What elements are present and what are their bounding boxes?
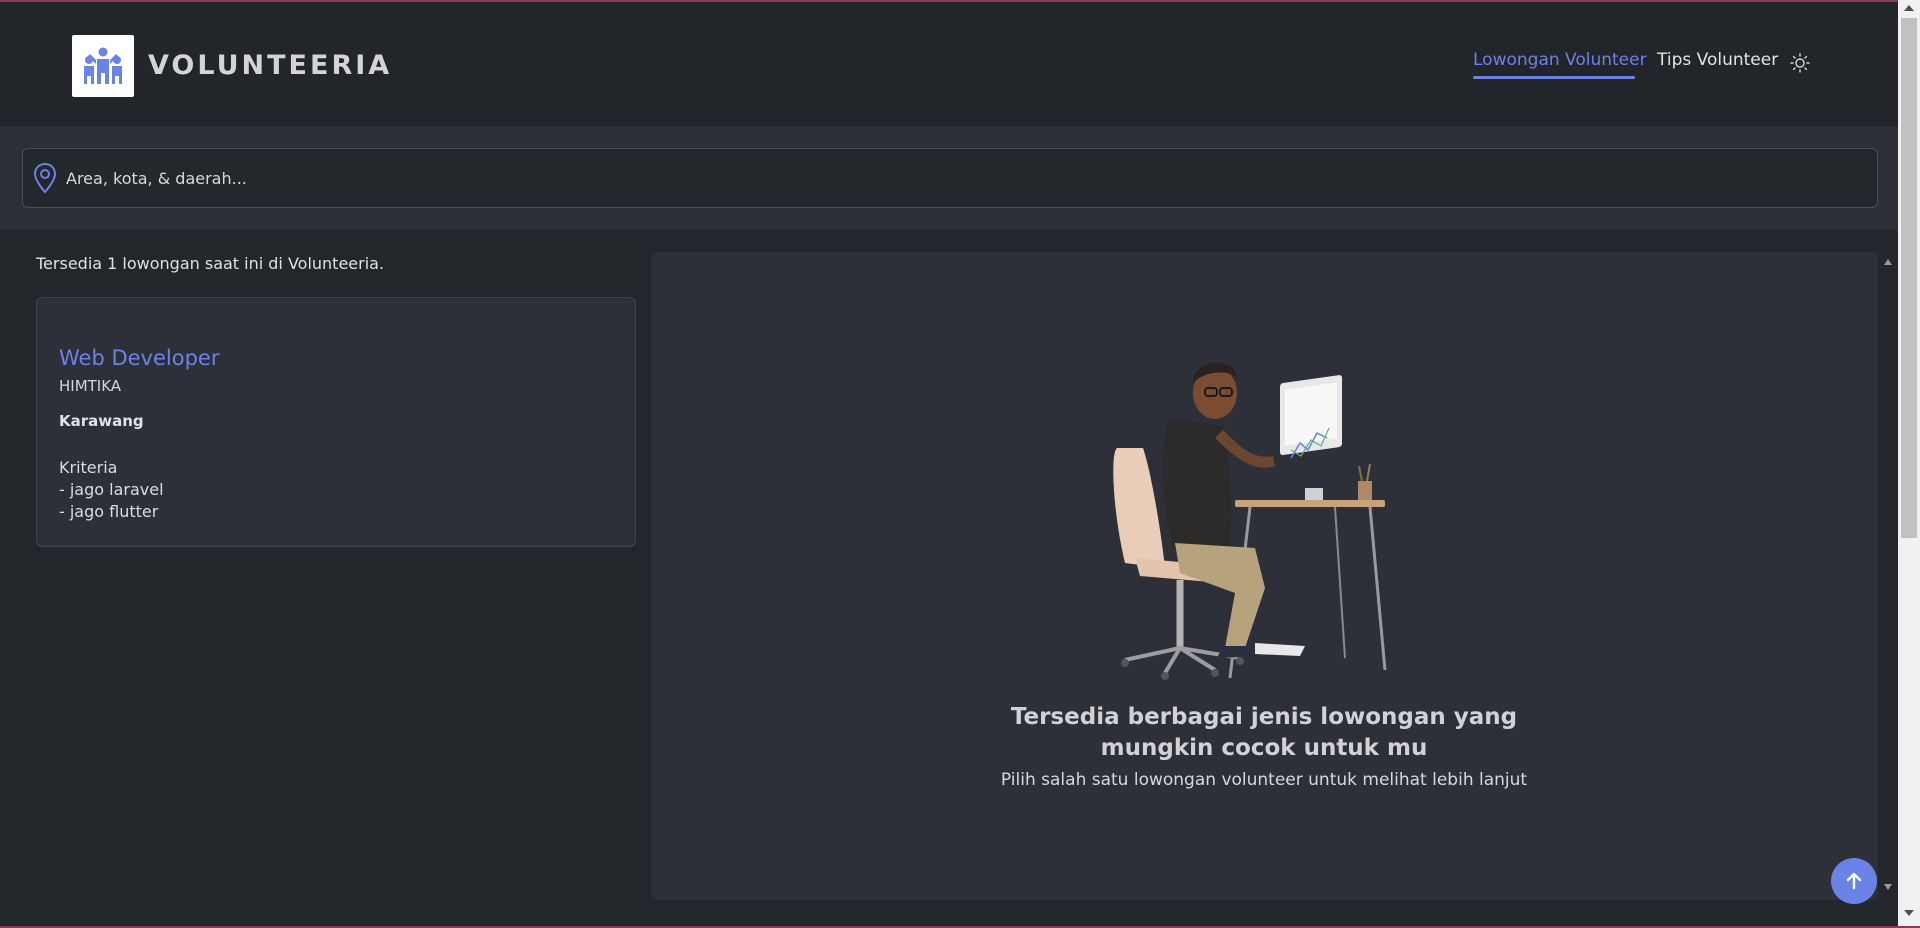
detail-title: Tersedia berbagai jenis lowongan yang mu… <box>1010 704 1518 761</box>
sun-icon <box>1790 53 1810 73</box>
detail-scrollbar[interactable] <box>1879 252 1897 900</box>
people-group-icon <box>84 47 122 84</box>
arrow-up-icon <box>1846 872 1862 890</box>
job-count-text: Tersedia 1 lowongan saat ini di Voluntee… <box>36 254 385 273</box>
criteria-item: - jago laravel <box>59 480 164 499</box>
criteria-item: - jago flutter <box>59 502 159 521</box>
scroll-up-arrow-icon[interactable] <box>1884 259 1892 265</box>
detail-subtitle: Pilih salah satu lowongan volunteer untu… <box>1000 770 1528 790</box>
person-at-desk-illustration <box>1113 362 1387 680</box>
brand-name: VOLUNTEERIA <box>148 50 393 81</box>
scroll-down-arrow-icon[interactable] <box>1884 884 1892 890</box>
location-pin-icon <box>33 162 57 194</box>
job-title[interactable]: Web Developer <box>59 346 219 370</box>
criteria-heading: Kriteria <box>59 458 118 477</box>
theme-toggle-button[interactable] <box>1790 53 1810 73</box>
job-organization: HIMTIKA <box>59 377 122 395</box>
nav-active-underline <box>1473 76 1635 79</box>
page-scrollbar-thumb[interactable] <box>1901 18 1917 538</box>
page-scroll-down-icon[interactable] <box>1904 910 1914 916</box>
back-to-top-button[interactable] <box>1831 858 1877 904</box>
nav-lowongan-volunteer[interactable]: Lowongan Volunteer <box>1473 50 1647 70</box>
job-criteria: Kriteria - jago laravel - jago flutter <box>59 457 164 523</box>
page-scroll-up-icon[interactable] <box>1904 5 1914 11</box>
job-location: Karawang <box>59 412 144 430</box>
nav-tips-volunteer[interactable]: Tips Volunteer <box>1657 50 1778 70</box>
logo[interactable] <box>72 35 134 97</box>
search-input[interactable] <box>66 164 1846 192</box>
